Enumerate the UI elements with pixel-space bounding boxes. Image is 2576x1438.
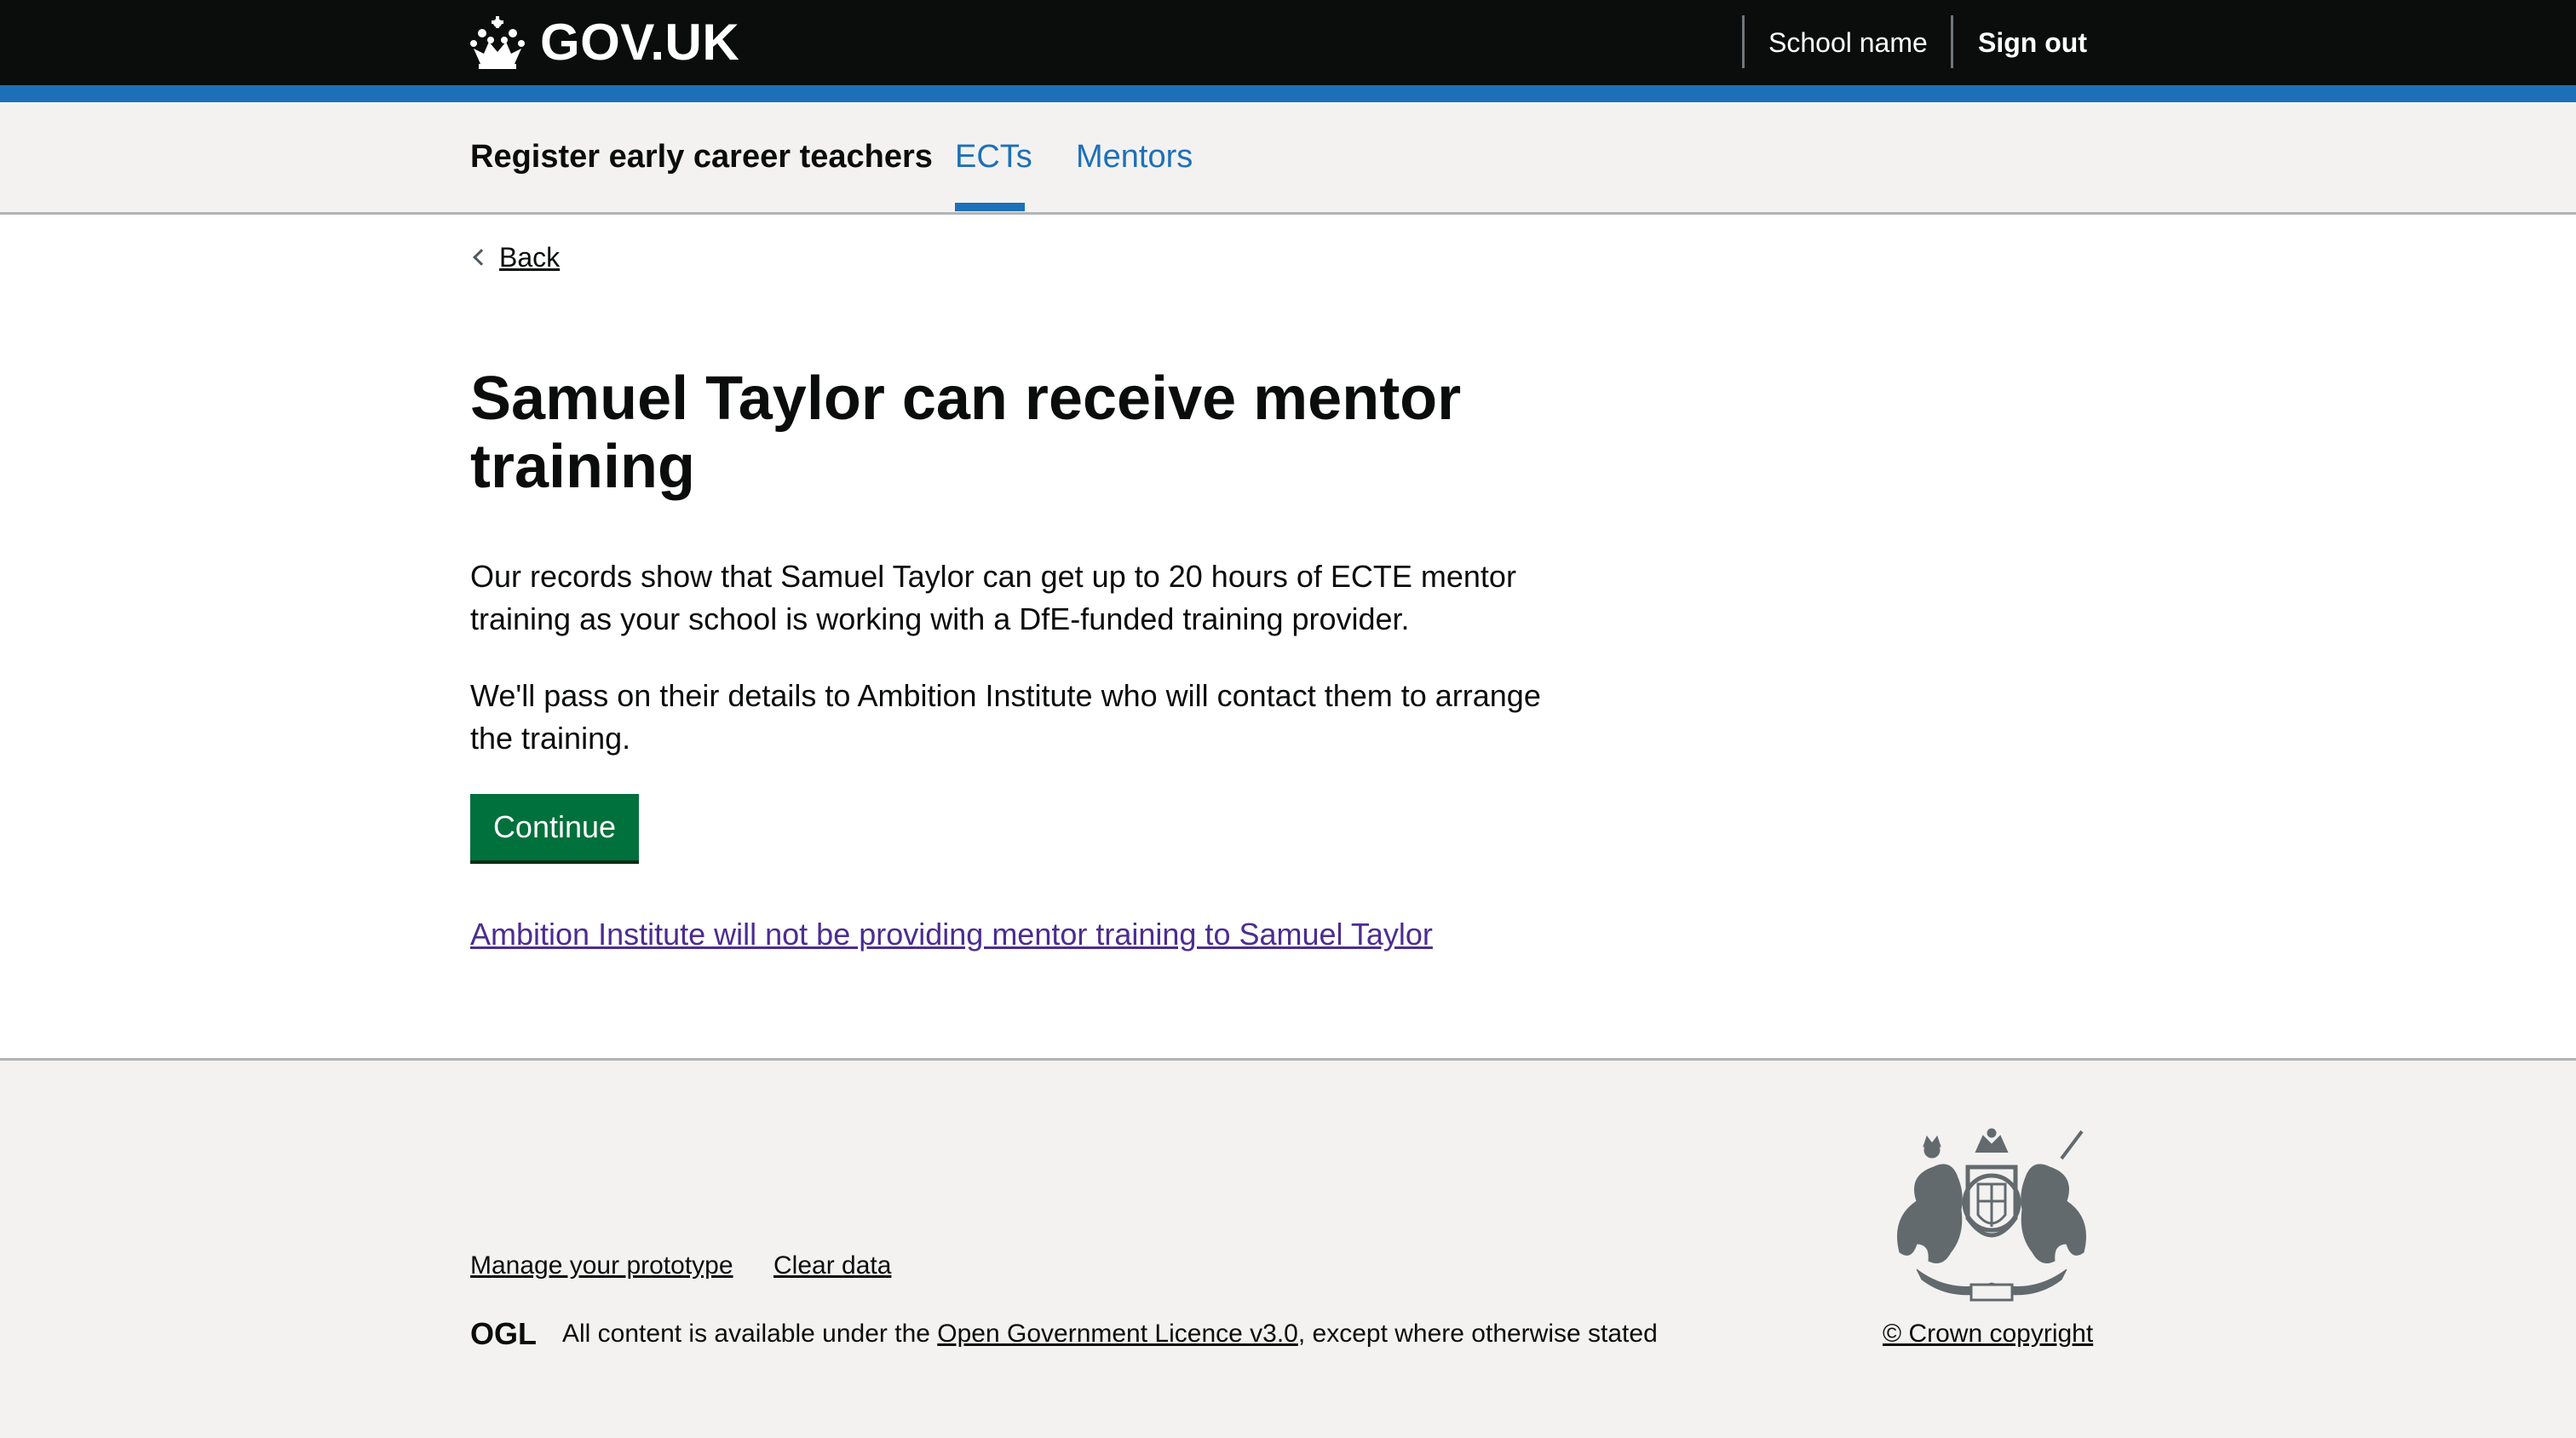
licence-suffix: , except where otherwise stated <box>1297 1320 1658 1348</box>
sign-out-link[interactable]: Sign out <box>1978 26 2087 60</box>
continue-button[interactable]: Continue <box>470 794 639 860</box>
open-government-licence-link[interactable]: Open Government Licence v3.0 <box>937 1320 1298 1348</box>
page-title: Samuel Taylor can receive mentor trainin… <box>470 365 1462 501</box>
service-name[interactable]: Register early career teachers <box>470 138 933 175</box>
crown-copyright-link[interactable]: © Crown copyright <box>1883 1317 2093 1351</box>
footer <box>0 1058 2576 1438</box>
school-name-link[interactable]: School name <box>1768 26 1928 60</box>
header-divider <box>1951 15 1953 68</box>
eligibility-paragraph: Our records show that Samuel Taylor can … <box>470 559 1516 636</box>
back-link[interactable]: Back <box>470 240 560 274</box>
chevron-left-icon <box>473 249 490 266</box>
nav-item-ects[interactable]: ECTs <box>955 138 1032 175</box>
back-link-label: Back <box>499 242 561 273</box>
royal-coat-of-arms-icon <box>1897 1128 2086 1302</box>
service-navigation: Register early career teachers ECTs Ment… <box>0 102 2576 215</box>
govuk-logo-text: GOV.UK <box>540 14 740 71</box>
crown-icon <box>470 16 525 69</box>
clear-data-link[interactable]: Clear data <box>773 1249 891 1283</box>
decline-training-link[interactable]: Ambition Institute will not be providing… <box>470 913 1433 956</box>
provider-contact-paragraph: We'll pass on their details to Ambition … <box>470 678 1541 756</box>
active-nav-indicator <box>955 203 1025 211</box>
ogl-logo-text: OGL <box>470 1319 537 1348</box>
govuk-logo-link[interactable]: GOV.UK <box>470 10 739 75</box>
nav-item-mentors[interactable]: Mentors <box>1076 138 1193 175</box>
manage-prototype-link[interactable]: Manage your prototype <box>470 1249 733 1283</box>
govuk-header <box>0 0 2576 85</box>
licence-text: All content is available under the Open … <box>562 1317 1658 1351</box>
ogl-logo-icon: OGL <box>470 1319 537 1348</box>
licence-prefix: All content is available under the <box>562 1320 938 1348</box>
header-divider <box>1742 15 1745 68</box>
header-blue-stripe <box>0 85 2576 102</box>
